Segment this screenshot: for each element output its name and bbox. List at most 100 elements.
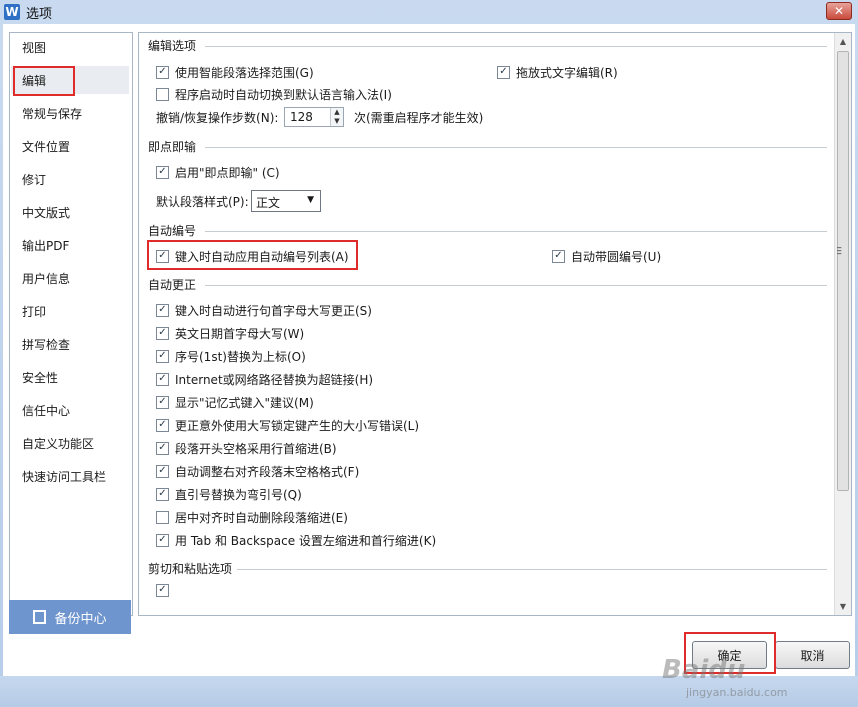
checkbox-checked[interactable]: ✓ bbox=[156, 372, 169, 386]
option-label: 显示"记忆式键入"建议(M) bbox=[175, 395, 314, 410]
option-paste-partial[interactable]: ✓ bbox=[156, 581, 175, 599]
undo-steps-label: 撤销/恢复操作步数(N): bbox=[156, 110, 279, 125]
checkbox-checked[interactable]: ✓ bbox=[156, 165, 169, 179]
title-bar: W 选项 ✕ bbox=[0, 0, 858, 24]
option-auto-ime[interactable]: 程序启动时自动切换到默认语言输入法(I) bbox=[156, 85, 392, 103]
undo-steps-value: 128 bbox=[290, 110, 313, 124]
checkbox-checked[interactable]: ✓ bbox=[156, 583, 169, 597]
option-label: 自动调整右对齐段落末空格格式(F) bbox=[175, 464, 360, 479]
backup-center-button[interactable]: 备份中心 bbox=[9, 600, 131, 634]
section-title-auto-correct: 自动更正 bbox=[148, 278, 197, 292]
checkbox-unchecked[interactable] bbox=[156, 510, 169, 524]
spinner-arrows-icon[interactable]: ▲ ▼ bbox=[330, 108, 343, 126]
option-auto-correct-item[interactable]: ✓ 更正意外使用大写锁定键产生的大小写错误(L) bbox=[156, 416, 419, 434]
nav-item-revision[interactable]: 修订 bbox=[22, 170, 46, 190]
watermark-url: jingyan.baidu.com bbox=[686, 686, 788, 699]
scroll-up-icon[interactable]: ▲ bbox=[837, 35, 849, 49]
options-scrollbar[interactable]: ▲ ━ ━ ━ ▼ bbox=[834, 33, 851, 615]
dialog-body: 视图 编辑 常规与保存 文件位置 修订 中文版式 输出PDF 用户信息 打印 拼… bbox=[3, 24, 855, 676]
option-auto-correct-item[interactable]: ✓ 自动调整右对齐段落末空格格式(F) bbox=[156, 462, 359, 480]
option-label: 自动带圆编号(U) bbox=[571, 249, 662, 264]
checkbox-checked[interactable]: ✓ bbox=[156, 487, 169, 501]
nav-item-customize-ribbon[interactable]: 自定义功能区 bbox=[22, 434, 94, 454]
checkbox-checked[interactable]: ✓ bbox=[156, 326, 169, 340]
option-auto-correct-item[interactable]: ✓ 用 Tab 和 Backspace 设置左缩进和首行缩进(K) bbox=[156, 531, 436, 549]
checkbox-checked[interactable]: ✓ bbox=[156, 418, 169, 432]
option-label: 拖放式文字编辑(R) bbox=[516, 65, 618, 80]
option-label: 居中对齐时自动删除段落缩进(E) bbox=[175, 510, 348, 525]
default-style-value: 正文 bbox=[256, 196, 281, 210]
nav-item-export-pdf[interactable]: 输出PDF bbox=[22, 236, 69, 256]
section-title-paste: 剪切和粘贴选项 bbox=[148, 562, 233, 576]
option-label: 更正意外使用大写锁定键产生的大小写错误(L) bbox=[175, 418, 420, 433]
wps-app-icon: W bbox=[4, 4, 20, 20]
option-smart-select[interactable]: ✓ 使用智能段落选择范围(G) bbox=[156, 63, 314, 81]
option-drag-drop[interactable]: ✓ 拖放式文字编辑(R) bbox=[497, 63, 618, 81]
scroll-thumb[interactable] bbox=[837, 51, 849, 491]
section-divider bbox=[205, 147, 827, 148]
scroll-down-icon[interactable]: ▼ bbox=[837, 600, 849, 614]
undo-steps-spinner[interactable]: 128 ▲ ▼ bbox=[284, 107, 344, 127]
option-label: 英文日期首字母大写(W) bbox=[175, 326, 305, 341]
option-label: 段落开头空格采用行首缩进(B) bbox=[175, 441, 337, 456]
option-label: 直引号替换为弯引号(Q) bbox=[175, 487, 302, 502]
nav-item-spell-check[interactable]: 拼写检查 bbox=[22, 335, 70, 355]
option-auto-correct-item[interactable]: ✓ 键入时自动进行句首字母大写更正(S) bbox=[156, 301, 372, 319]
option-circle-number[interactable]: ✓ 自动带圆编号(U) bbox=[552, 247, 661, 265]
close-button[interactable]: ✕ bbox=[826, 2, 852, 20]
checkbox-checked[interactable]: ✓ bbox=[156, 441, 169, 455]
option-label: Internet或网络路径替换为超链接(H) bbox=[175, 372, 374, 387]
nav-item-print[interactable]: 打印 bbox=[22, 302, 46, 322]
option-label: 序号(1st)替换为上标(O) bbox=[175, 349, 306, 364]
option-auto-correct-item[interactable]: ✓ 直引号替换为弯引号(Q) bbox=[156, 485, 302, 503]
checkbox-checked[interactable]: ✓ bbox=[552, 249, 565, 263]
option-auto-correct-item[interactable]: ✓ 段落开头空格采用行首缩进(B) bbox=[156, 439, 337, 457]
option-auto-correct-item[interactable]: ✓ Internet或网络路径替换为超链接(H) bbox=[156, 370, 373, 388]
checkbox-checked[interactable]: ✓ bbox=[156, 65, 169, 79]
option-label: 用 Tab 和 Backspace 设置左缩进和首行缩进(K) bbox=[175, 533, 437, 548]
nav-item-quick-access-toolbar[interactable]: 快速访问工具栏 bbox=[22, 467, 106, 487]
option-auto-correct-item[interactable]: ✓ 英文日期首字母大写(W) bbox=[156, 324, 304, 342]
dropdown-arrow-icon: ▼ bbox=[307, 195, 314, 205]
option-label: 键入时自动进行句首字母大写更正(S) bbox=[175, 303, 372, 318]
section-title-auto-number: 自动编号 bbox=[148, 224, 197, 238]
auto-number-highlight-box bbox=[147, 240, 358, 270]
checkbox-checked[interactable]: ✓ bbox=[156, 349, 169, 363]
scroll-grip-icon: ━ ━ ━ bbox=[837, 244, 842, 258]
default-style-select[interactable]: 正文 ▼ bbox=[251, 190, 321, 212]
option-auto-correct-item[interactable]: ✓ 序号(1st)替换为上标(O) bbox=[156, 347, 306, 365]
nav-item-trust-center[interactable]: 信任中心 bbox=[22, 401, 70, 421]
nav-item-security[interactable]: 安全性 bbox=[22, 368, 58, 388]
nav-item-file-location[interactable]: 文件位置 bbox=[22, 137, 70, 157]
option-auto-correct-item[interactable]: ✓ 显示"记忆式键入"建议(M) bbox=[156, 393, 314, 411]
nav-item-user-info[interactable]: 用户信息 bbox=[22, 269, 70, 289]
nav-item-chinese-layout[interactable]: 中文版式 bbox=[22, 203, 70, 223]
options-dialog: W 选项 ✕ 视图 编辑 常规与保存 文件位置 修订 中文版式 输出PDF 用户… bbox=[0, 0, 858, 707]
window-title: 选项 bbox=[26, 6, 53, 22]
option-label: 程序启动时自动切换到默认语言输入法(I) bbox=[175, 87, 392, 102]
nav-item-general-save[interactable]: 常规与保存 bbox=[22, 104, 82, 124]
checkbox-checked[interactable]: ✓ bbox=[497, 65, 510, 79]
nav-item-view[interactable]: 视图 bbox=[22, 38, 46, 58]
edit-options-panel: 编辑选项 ✓ 使用智能段落选择范围(G) ✓ 拖放式文字编辑(R) 程序启动时自… bbox=[138, 32, 852, 616]
section-divider bbox=[205, 285, 827, 286]
option-enable-click-type[interactable]: ✓ 启用"即点即输" (C) bbox=[156, 163, 280, 181]
section-title-click-type: 即点即输 bbox=[148, 140, 197, 154]
section-divider bbox=[205, 231, 827, 232]
section-divider bbox=[237, 569, 827, 570]
section-divider bbox=[205, 46, 827, 47]
section-title-edit: 编辑选项 bbox=[148, 39, 197, 53]
category-nav: 视图 编辑 常规与保存 文件位置 修订 中文版式 输出PDF 用户信息 打印 拼… bbox=[9, 32, 133, 616]
checkbox-checked[interactable]: ✓ bbox=[156, 303, 169, 317]
undo-steps-suffix: 次(需重启程序才能生效) bbox=[354, 110, 484, 125]
option-auto-correct-item[interactable]: 居中对齐时自动删除段落缩进(E) bbox=[156, 508, 348, 526]
option-label: 启用"即点即输" (C) bbox=[175, 165, 280, 180]
checkbox-checked[interactable]: ✓ bbox=[156, 464, 169, 478]
default-style-label: 默认段落样式(P): bbox=[156, 194, 249, 209]
checkbox-checked[interactable]: ✓ bbox=[156, 395, 169, 409]
backup-icon bbox=[33, 610, 47, 624]
checkbox-unchecked[interactable] bbox=[156, 87, 169, 101]
checkbox-checked[interactable]: ✓ bbox=[156, 533, 169, 547]
option-label: 使用智能段落选择范围(G) bbox=[175, 65, 314, 80]
backup-center-label: 备份中心 bbox=[54, 611, 107, 627]
